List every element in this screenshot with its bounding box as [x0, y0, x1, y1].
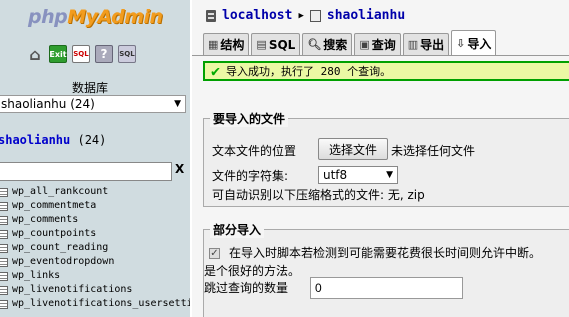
table-icon: [0, 299, 8, 309]
file-to-import-section: 要导入的文件 文本文件的位置 选择文件 未选择任何文件 文件的字符集: utf8…: [203, 110, 569, 207]
import-icon: ⇩: [456, 36, 466, 50]
no-file-chosen-text: 未选择任何文件: [391, 144, 476, 158]
partial-section-legend: 部分导入: [210, 221, 265, 238]
success-message: ✔ 导入成功，执行了 280 个查询。: [203, 61, 569, 81]
allow-interrupt-label: 在导入时脚本若检测到可能需要花费很长时间则允许中断。: [229, 246, 542, 260]
database-label: 数据库: [72, 81, 109, 95]
tab-label: 搜索: [323, 38, 348, 52]
navigation-frame: phpMyAdmin ⌂ Exit SQL ? SQL 数据库 shaolian…: [0, 0, 190, 317]
charset-label: 文件的字符集:: [212, 169, 289, 183]
checkmark-icon: ✔: [211, 62, 221, 80]
compression-note: 可自动识别以下压缩格式的文件: 无, zip: [212, 188, 425, 202]
clear-filter-button[interactable]: X: [175, 162, 184, 176]
query-icon: ▣: [359, 38, 370, 51]
table-icon: [0, 271, 8, 281]
success-message-text: 导入成功，执行了 280 个查询。: [226, 65, 392, 78]
main-frame: localhost ▶ shaolianhu ▦ 结构 ▤ SQL 🔍︎ 搜索 ▣ 查询…: [192, 0, 569, 317]
export-icon: ▥: [407, 38, 419, 51]
logo-myadmin-text: MyAdmin: [67, 6, 163, 28]
sql-docs-icon[interactable]: SQL: [118, 45, 136, 63]
database-title[interactable]: shaolianhu (24): [0, 133, 106, 147]
tab-import[interactable]: ⇩ 导入: [451, 30, 497, 55]
table-list-item[interactable]: wp_count_reading: [0, 241, 190, 255]
exit-icon[interactable]: Exit: [49, 45, 67, 63]
tab-label: 结构: [220, 38, 245, 52]
tab-label: 查询: [371, 38, 396, 52]
breadcrumb-server[interactable]: localhost: [222, 8, 292, 23]
table-name: wp_count_reading: [12, 242, 109, 253]
tab-export[interactable]: ▥ 导出: [402, 33, 450, 55]
table-list-item[interactable]: wp_comments: [0, 213, 190, 227]
database-title-count: (24): [77, 133, 107, 147]
logo-php-text: php: [28, 6, 68, 28]
tab-structure[interactable]: ▦ 结构: [203, 33, 250, 55]
table-name: wp_comments: [12, 214, 79, 225]
table-icon: [0, 201, 8, 211]
table-icon: [0, 285, 8, 295]
charset-select[interactable]: utf8 ▼: [318, 166, 398, 184]
table-list-item[interactable]: wp_commentmeta: [0, 199, 190, 213]
file-location-label: 文本文件的位置: [212, 144, 297, 158]
choose-file-button[interactable]: 选择文件: [318, 138, 388, 160]
database-icon: [309, 9, 321, 22]
table-filter-input[interactable]: [0, 162, 172, 181]
help-icon[interactable]: ?: [95, 45, 113, 63]
tab-label: 导出: [420, 38, 445, 52]
allow-interrupt-label-continued: 是个很好的方法。: [204, 264, 301, 278]
table-list-item[interactable]: wp_livenotifications_usersettings: [0, 297, 190, 311]
allow-interrupt-checkbox[interactable]: ✓: [209, 248, 220, 259]
table-list-item[interactable]: wp_countpoints: [0, 227, 190, 241]
table-list: wp_all_rankcount wp_commentmeta wp_comme…: [0, 185, 190, 311]
chevron-down-icon: ▼: [386, 170, 393, 180]
table-name: wp_eventodropdown: [12, 256, 115, 267]
sql-icon: ▤: [256, 38, 267, 51]
database-title-name: shaolianhu: [0, 133, 71, 147]
skip-queries-label: 跳过查询的数量: [204, 281, 289, 295]
partial-import-section: 部分导入 ✓ 在导入时脚本若检测到可能需要花费很长时间则允许中断。 是个很好的方…: [203, 221, 569, 317]
table-list-item[interactable]: wp_livenotifications: [0, 283, 190, 297]
table-icon: [0, 187, 8, 197]
chevron-down-icon: ▼: [174, 99, 181, 109]
tab-search[interactable]: 🔍︎ 搜索: [302, 33, 353, 55]
tab-underline: [192, 55, 569, 56]
breadcrumb-database[interactable]: shaolianhu: [327, 8, 405, 23]
table-name: wp_countpoints: [12, 228, 97, 239]
table-icon: [0, 243, 8, 253]
table-icon: [0, 215, 8, 225]
table-icon: [0, 229, 8, 239]
table-list-item[interactable]: wp_eventodropdown: [0, 255, 190, 269]
breadcrumb-separator-icon: ▶: [298, 10, 304, 21]
breadcrumb: localhost ▶ shaolianhu: [206, 8, 405, 23]
phpmyadmin-logo[interactable]: phpMyAdmin: [28, 6, 163, 28]
tab-query[interactable]: ▣ 查询: [354, 33, 401, 55]
table-name: wp_commentmeta: [12, 200, 97, 211]
table-name: wp_links: [12, 270, 61, 281]
home-icon[interactable]: ⌂: [26, 45, 44, 64]
tab-sql[interactable]: ▤ SQL: [251, 33, 301, 55]
structure-icon: ▦: [208, 38, 219, 51]
table-name: wp_livenotifications: [12, 284, 133, 295]
quick-icons: ⌂ Exit SQL ? SQL: [26, 45, 136, 64]
tab-bar: ▦ 结构 ▤ SQL 🔍︎ 搜索 ▣ 查询 ▥ 导出 ⇩ 导入: [203, 30, 497, 55]
skip-queries-input[interactable]: [310, 277, 463, 299]
table-name: wp_all_rankcount: [12, 186, 109, 197]
database-select[interactable]: shaolianhu (24) ▼: [0, 95, 186, 113]
search-icon: 🔍︎: [307, 38, 322, 51]
table-list-item[interactable]: wp_all_rankcount: [0, 185, 190, 199]
tab-label: SQL: [268, 37, 296, 52]
tab-label: 导入: [467, 36, 492, 51]
server-icon: [206, 9, 216, 22]
table-name: wp_livenotifications_usersettings: [12, 298, 190, 309]
table-icon: [0, 257, 8, 267]
file-section-legend: 要导入的文件: [210, 110, 289, 127]
charset-select-value: utf8: [323, 168, 348, 182]
table-list-item[interactable]: wp_links: [0, 269, 190, 283]
sql-query-icon[interactable]: SQL: [72, 45, 90, 63]
database-select-value: shaolianhu (24): [1, 97, 95, 111]
